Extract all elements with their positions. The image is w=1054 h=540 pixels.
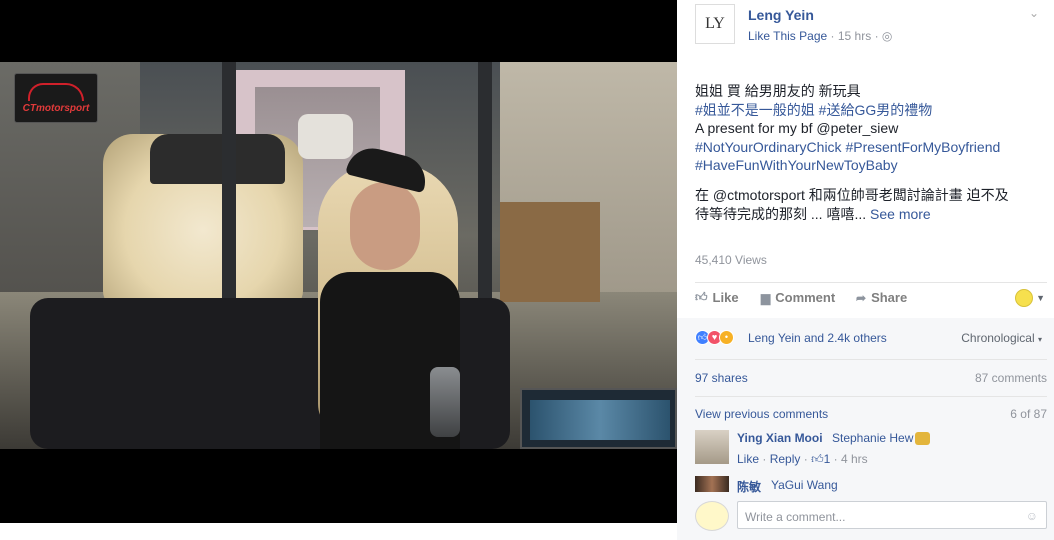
- chevron-down-icon[interactable]: ⌄: [1029, 6, 1039, 20]
- meta-separator: ·: [874, 29, 882, 43]
- comment-input[interactable]: Write a comment... ☺: [737, 501, 1047, 529]
- page-avatar[interactable]: LY: [695, 4, 735, 44]
- post-body: 姐姐 買 給男朋友的 新玩具 #姐並不是一般的姐 #送給GG男的禮物 A pre…: [695, 82, 1047, 223]
- view-previous-comments-link[interactable]: View previous comments: [695, 407, 828, 421]
- car-outline-icon: [28, 82, 84, 101]
- scene-car-background: [298, 114, 353, 159]
- page-name-link[interactable]: Leng Yein: [748, 7, 814, 23]
- comment-author[interactable]: 陈敏: [737, 478, 761, 495]
- post-meta: Like This Page · 15 hrs · ◎: [748, 29, 892, 43]
- wow-reaction-icon: •: [719, 330, 734, 345]
- divider: [695, 282, 1047, 283]
- comment-button[interactable]: ▆ Comment: [761, 290, 835, 305]
- like-page-link[interactable]: Like This Page: [748, 29, 827, 43]
- emoji-icon[interactable]: ☺: [1026, 509, 1038, 523]
- divider: [695, 396, 1047, 397]
- caret-down-icon: ▼: [1036, 293, 1045, 303]
- reaction-icons[interactable]: 👍︎ ♥ •: [695, 330, 734, 345]
- post-hashtags[interactable]: #HaveFunWithYourNewToyBaby: [695, 156, 1047, 175]
- comments-shown-count: 6 of 87: [1010, 407, 1047, 421]
- action-bar: 👍︎ Like ▆ Comment ➦ Share ▼: [695, 289, 1047, 310]
- comment-count: 87 comments: [974, 371, 1047, 385]
- comment-mention[interactable]: Stephanie Hew: [832, 431, 931, 446]
- like-label: Like: [712, 290, 739, 305]
- reactions-row: 👍︎ ♥ • Leng Yein and 2.4k others Chronol…: [695, 329, 1047, 347]
- caret-down-icon: ▾: [1037, 335, 1042, 344]
- post-line: A present for my bf @peter_siew: [695, 120, 899, 137]
- post-line-last: 待等待完成的那刻 ... 嘻嘻... See more: [695, 205, 1047, 224]
- brand-logo: CTmotorsport: [14, 73, 98, 123]
- comment-icon: ▆: [761, 290, 771, 305]
- post-time[interactable]: 15 hrs: [838, 29, 871, 43]
- post-hashtags[interactable]: #NotYourOrdinaryChick #PresentForMyBoyfr…: [695, 138, 1047, 157]
- comment-item: 陈敏 YaGui Wang: [695, 476, 1047, 494]
- meta-separator: ·: [830, 29, 838, 43]
- separator: ·: [833, 452, 841, 466]
- current-user-avatar: [695, 501, 729, 531]
- comment-item: Ying Xian Mooi Stephanie Hew Like · Repl…: [695, 430, 1047, 470]
- comment-label: Comment: [775, 290, 836, 305]
- write-comment-row: Write a comment... ☺: [695, 501, 1047, 531]
- divider: [695, 359, 1047, 360]
- comment-mention[interactable]: YaGui Wang: [771, 478, 838, 492]
- scene-car-window: [150, 134, 285, 184]
- user-avatar: [1015, 289, 1034, 307]
- comment-time[interactable]: 4 hrs: [841, 452, 868, 466]
- comment-order-dropdown[interactable]: Chronological ▾: [961, 331, 1042, 345]
- comments-section: 👍︎ ♥ • Leng Yein and 2.4k others Chronol…: [677, 318, 1054, 540]
- scene-microphone: [430, 367, 460, 437]
- comment-like-count[interactable]: 👍︎1: [811, 452, 830, 466]
- video-frame[interactable]: [0, 62, 677, 449]
- separator: ·: [762, 452, 770, 466]
- video-player[interactable]: CTmotorsport: [0, 0, 677, 523]
- view-count: 45,410 Views: [695, 253, 767, 267]
- thumbs-up-icon: 👍︎: [811, 452, 824, 466]
- reaction-summary[interactable]: Leng Yein and 2.4k others: [748, 331, 887, 345]
- share-count[interactable]: 97 shares: [695, 371, 748, 385]
- comment-input-placeholder: Write a comment...: [745, 510, 846, 524]
- comment-actions: Like · Reply · 👍︎1 · 4 hrs: [737, 452, 868, 467]
- post-line-text: 待等待完成的那刻 ... 嘻嘻...: [695, 205, 867, 222]
- comment-like-button[interactable]: Like: [737, 452, 759, 466]
- commenter-avatar[interactable]: [695, 476, 729, 492]
- comment-author[interactable]: Ying Xian Mooi: [737, 431, 823, 445]
- like-button[interactable]: 👍︎ Like: [695, 290, 739, 305]
- share-icon: ➦: [856, 290, 867, 305]
- page-avatar-text: LY: [705, 15, 725, 32]
- thumbs-up-icon: 👍︎: [695, 290, 708, 304]
- post-as-selector[interactable]: ▼: [1015, 289, 1045, 307]
- post-line: 姐姐 買 給男朋友的 新玩具: [695, 83, 861, 99]
- commenter-avatar[interactable]: [695, 430, 729, 464]
- comment-mention-text: Stephanie Hew: [832, 431, 914, 445]
- share-button[interactable]: ➦ Share: [856, 290, 907, 305]
- scene-person-face: [350, 182, 420, 270]
- comment-like-count-value: 1: [823, 452, 831, 466]
- sticker-icon: [915, 432, 931, 446]
- post-hashtags[interactable]: #姐並不是一般的姐 #送給GG男的禮物: [695, 101, 1047, 120]
- globe-icon: ◎: [881, 29, 893, 43]
- separator: ·: [803, 452, 812, 466]
- comment-order-label: Chronological: [961, 331, 1035, 345]
- post-line: 在 @ctmotorsport 和兩位帥哥老闆討論計畫 迫不及: [695, 186, 1009, 203]
- share-label: Share: [871, 290, 908, 305]
- scene-monitor-screen: [530, 400, 670, 440]
- see-more-link[interactable]: See more: [870, 206, 931, 222]
- brand-logo-text: CTmotorsport: [22, 102, 90, 114]
- scene-boxes: [500, 202, 600, 302]
- comment-reply-button[interactable]: Reply: [770, 452, 801, 466]
